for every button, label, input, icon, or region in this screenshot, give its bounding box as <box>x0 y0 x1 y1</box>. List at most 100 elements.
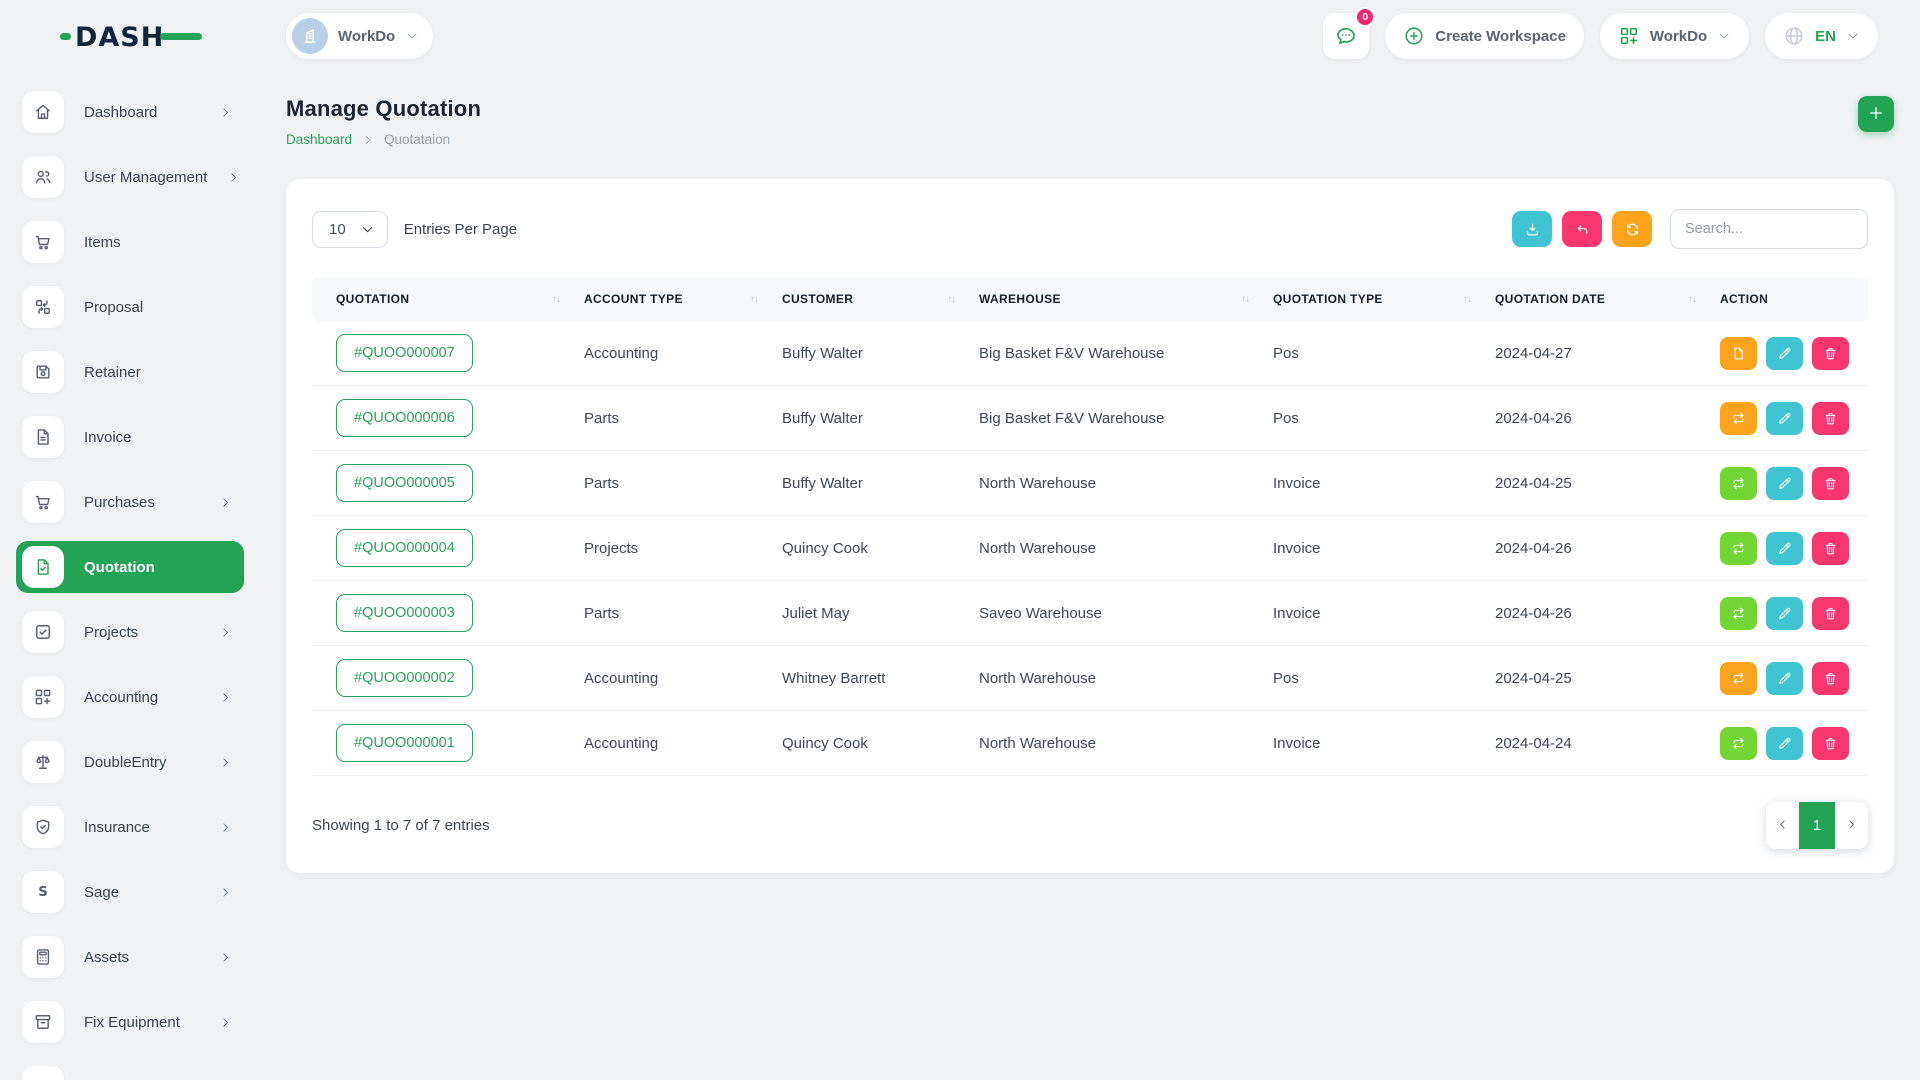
workspace-menu-button[interactable]: WorkDo <box>1600 13 1749 59</box>
quotation-date-cell: 2024-04-26 <box>1483 386 1708 451</box>
convert-button[interactable] <box>1720 662 1757 695</box>
sidebar-item-label: Dashboard <box>84 104 199 121</box>
delete-button[interactable] <box>1812 402 1849 435</box>
convert-button[interactable] <box>1720 402 1757 435</box>
sidebar-item-hrm[interactable]: HRM <box>16 1061 244 1080</box>
sidebar-item-dashboard[interactable]: Dashboard <box>16 86 244 138</box>
pencil-icon <box>1777 411 1792 426</box>
edit-button[interactable] <box>1766 597 1803 630</box>
sidebar-item-fix-equipment[interactable]: Fix Equipment <box>16 996 244 1048</box>
table-row: #QUOO000003 Parts Juliet May Saveo Wareh… <box>312 581 1868 646</box>
account-type-cell: Parts <box>572 581 770 646</box>
edit-button[interactable] <box>1766 402 1803 435</box>
proposal-icon <box>33 297 53 317</box>
account-type-cell: Projects <box>572 516 770 581</box>
convert-icon <box>1731 411 1746 426</box>
sort-icon[interactable]: ↑↓ <box>1688 294 1696 305</box>
create-workspace-button[interactable]: Create Workspace <box>1385 13 1584 59</box>
convert-button[interactable] <box>1720 597 1757 630</box>
workspace-switcher[interactable]: WorkDo <box>286 13 433 59</box>
refresh-button[interactable] <box>1612 211 1652 247</box>
quotation-number-badge[interactable]: #QUOO000001 <box>336 724 473 762</box>
column-header-quotation[interactable]: QUOTATION↑↓ <box>312 277 572 321</box>
column-header-customer[interactable]: CUSTOMER↑↓ <box>770 277 967 321</box>
sidebar-item-items[interactable]: Items <box>16 216 244 268</box>
warehouse-cell: Big Basket F&V Warehouse <box>967 321 1261 386</box>
delete-button[interactable] <box>1812 532 1849 565</box>
sidebar-item-quotation[interactable]: Quotation <box>16 541 244 593</box>
calculator-icon <box>33 947 53 967</box>
sidebar-item-invoice[interactable]: Invoice <box>16 411 244 463</box>
sidebar-item-insurance[interactable]: Insurance <box>16 801 244 853</box>
sidebar-item-proposal[interactable]: Proposal <box>16 281 244 333</box>
page-1-button[interactable]: 1 <box>1799 802 1835 849</box>
column-header-warehouse[interactable]: WAREHOUSE↑↓ <box>967 277 1261 321</box>
sort-icon[interactable]: ↑↓ <box>1241 294 1249 305</box>
delete-button[interactable] <box>1812 337 1849 370</box>
trash-icon <box>1823 346 1838 361</box>
delete-button[interactable] <box>1812 467 1849 500</box>
create-workspace-label: Create Workspace <box>1435 28 1566 45</box>
sort-icon[interactable]: ↑↓ <box>947 294 955 305</box>
table-toolbar: 10 Entries Per Page <box>312 209 1868 249</box>
duplicate-button[interactable] <box>1720 337 1757 370</box>
sort-icon[interactable]: ↑↓ <box>750 294 758 305</box>
entries-per-page-select[interactable]: 10 <box>312 211 388 248</box>
language-button[interactable]: EN <box>1765 13 1878 59</box>
row-actions <box>1720 662 1856 695</box>
sidebar-item-accounting[interactable]: Accounting <box>16 671 244 723</box>
sort-icon[interactable]: ↑↓ <box>1463 294 1471 305</box>
quotation-number-badge[interactable]: #QUOO000002 <box>336 659 473 697</box>
chevron-right-icon <box>362 134 374 146</box>
building-icon <box>292 18 328 54</box>
breadcrumb-dashboard-link[interactable]: Dashboard <box>286 132 352 147</box>
sidebar-item-label: Purchases <box>84 494 199 511</box>
sidebar-item-user-management[interactable]: User Management <box>16 151 244 203</box>
sidebar-item-assets[interactable]: Assets <box>16 931 244 983</box>
sidebar-item-retainer[interactable]: Retainer <box>16 346 244 398</box>
edit-button[interactable] <box>1766 467 1803 500</box>
convert-button[interactable] <box>1720 532 1757 565</box>
delete-button[interactable] <box>1812 597 1849 630</box>
messages-button[interactable]: 0 <box>1323 13 1369 59</box>
edit-button[interactable] <box>1766 727 1803 760</box>
edit-button[interactable] <box>1766 532 1803 565</box>
customer-cell: Quincy Cook <box>770 711 967 776</box>
delete-button[interactable] <box>1812 727 1849 760</box>
search-input[interactable] <box>1670 209 1868 249</box>
column-header-quotation-type[interactable]: QUOTATION TYPE↑↓ <box>1261 277 1483 321</box>
quotation-number-badge[interactable]: #QUOO000003 <box>336 594 473 632</box>
column-header-quotation-date[interactable]: QUOTATION DATE↑↓ <box>1483 277 1708 321</box>
home-icon <box>33 102 53 122</box>
sort-icon[interactable]: ↑↓ <box>552 294 560 305</box>
quotation-date-cell: 2024-04-27 <box>1483 321 1708 386</box>
quotation-number-badge[interactable]: #QUOO000005 <box>336 464 473 502</box>
scale-icon <box>33 752 53 772</box>
sidebar-item-label: Assets <box>84 949 199 966</box>
edit-button[interactable] <box>1766 337 1803 370</box>
quotation-number-badge[interactable]: #QUOO000004 <box>336 529 473 567</box>
quotation-number-badge[interactable]: #QUOO000007 <box>336 334 473 372</box>
convert-button[interactable] <box>1720 727 1757 760</box>
delete-button[interactable] <box>1812 662 1849 695</box>
sidebar-item-purchases[interactable]: Purchases <box>16 476 244 528</box>
add-quotation-button[interactable] <box>1858 96 1894 132</box>
previous-page-button[interactable] <box>1766 802 1799 849</box>
next-page-button[interactable] <box>1835 802 1868 849</box>
convert-icon <box>1731 736 1746 751</box>
sidebar-item-doubleentry[interactable]: DoubleEntry <box>16 736 244 788</box>
table-body: #QUOO000007 Accounting Buffy Walter Big … <box>312 321 1868 776</box>
quotation-number-badge[interactable]: #QUOO000006 <box>336 399 473 437</box>
file-icon <box>1731 346 1746 361</box>
quotation-type-cell: Invoice <box>1261 711 1483 776</box>
convert-button[interactable] <box>1720 467 1757 500</box>
chevron-left-icon <box>1776 818 1789 834</box>
entries-per-page-value: 10 <box>329 221 346 238</box>
column-header-account-type[interactable]: ACCOUNT TYPE↑↓ <box>572 277 770 321</box>
undo-button[interactable] <box>1562 211 1602 247</box>
quotation-type-cell: Pos <box>1261 321 1483 386</box>
sidebar-item-projects[interactable]: Projects <box>16 606 244 658</box>
edit-button[interactable] <box>1766 662 1803 695</box>
export-button[interactable] <box>1512 211 1552 247</box>
sidebar-item-sage[interactable]: S Sage <box>16 866 244 918</box>
